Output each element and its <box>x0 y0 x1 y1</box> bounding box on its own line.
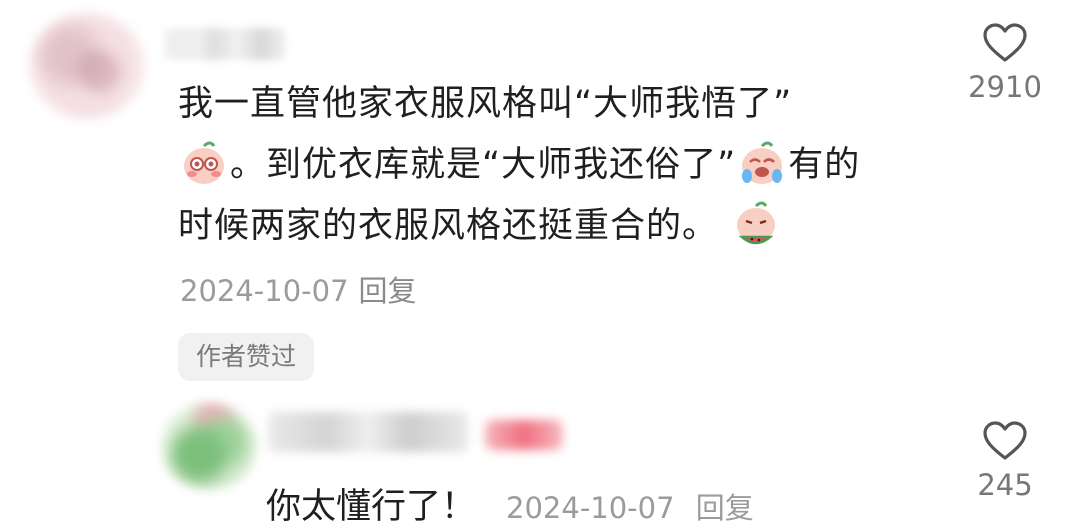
comment-meta: 2024-10-07 回复 <box>180 268 427 310</box>
replier-tag-blurred <box>485 420 563 450</box>
reply-text: 你太懂行了！ <box>266 487 477 527</box>
comment-date: 2024-10-07 <box>180 274 349 308</box>
replier-name-blurred[interactable] <box>268 412 468 452</box>
comment-like-count: 2910 <box>968 70 1042 104</box>
reply-reply-button[interactable]: 回复 <box>696 491 754 525</box>
sticker-crying-icon <box>742 141 783 184</box>
comment-like-button[interactable]: 2910 <box>960 22 1050 104</box>
commenter-avatar[interactable] <box>28 12 146 120</box>
author-liked-badge: 作者赞过 <box>178 333 315 381</box>
comment-body: 我一直管他家衣服风格叫“大师我悟了” 。到优衣库就是“大师我还俗了” 有的 时候… <box>178 74 938 257</box>
commenter-name-blurred[interactable] <box>165 28 285 60</box>
comment-line-2b: 有的 <box>788 145 861 185</box>
sticker-blush-icon <box>184 141 224 184</box>
comment-line-3: 时候两家的衣服风格还挺重合的。 <box>178 206 719 246</box>
sticker-eating-watermelon-icon <box>737 201 776 245</box>
comment-line-1: 我一直管他家衣服风格叫“大师我悟了” <box>178 84 793 124</box>
reply-button[interactable]: 回复 <box>359 274 417 308</box>
heart-outline-icon[interactable] <box>982 22 1028 64</box>
heart-outline-icon[interactable] <box>982 420 1028 462</box>
reply-like-button[interactable]: 245 <box>960 420 1050 502</box>
replier-avatar[interactable] <box>160 402 258 490</box>
reply-date: 2024-10-07 <box>506 491 675 525</box>
reply-like-count: 245 <box>977 468 1033 502</box>
reply-body: 你太懂行了！ 2024-10-07 回复 <box>266 478 754 529</box>
comment-line-2a: 。到优衣库就是“大师我还俗了” <box>230 145 737 185</box>
